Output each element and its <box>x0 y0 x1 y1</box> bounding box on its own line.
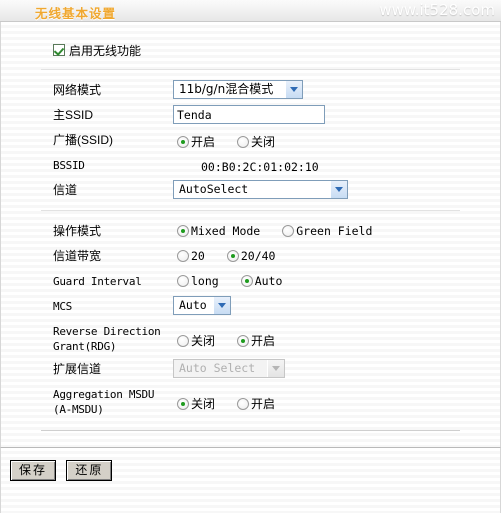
broadcast-ssid-row: 广播(SSID) 开启 关闭 <box>1 128 500 153</box>
broadcast-ssid-option-off[interactable]: 关闭 <box>237 133 275 150</box>
amsdu-on-label: 开启 <box>251 397 276 411</box>
guard-interval-label: Guard Interval <box>53 275 142 288</box>
radio-icon-off[interactable] <box>237 135 250 148</box>
bssid-label: BSSID <box>53 159 85 172</box>
restore-button[interactable]: 还原 <box>66 460 113 481</box>
radio-icon-on[interactable] <box>237 334 250 347</box>
extension-channel-row: 扩展信道 Auto Select <box>1 357 500 382</box>
operating-mode-option-mixed[interactable]: Mixed Mode <box>177 224 260 238</box>
footer-bar: 保存 还原 <box>0 447 501 513</box>
extension-channel-label: 扩展信道 <box>53 362 102 376</box>
operating-mode-row: 操作模式 Mixed Mode Green Field <box>1 219 500 244</box>
section-divider <box>41 69 460 70</box>
radio-icon-off[interactable] <box>177 250 189 262</box>
broadcast-ssid-option-on[interactable]: 开启 <box>177 133 215 150</box>
amsdu-option-on[interactable]: 开启 <box>237 395 275 412</box>
chevron-down-icon[interactable] <box>213 297 230 314</box>
operating-mode-green-label: Green Field <box>296 224 373 238</box>
rdg-option-off[interactable]: 关闭 <box>177 332 215 349</box>
page-title: 无线基本设置 <box>35 6 117 21</box>
operating-mode-option-green[interactable]: Green Field <box>282 224 372 238</box>
channel-bandwidth-row: 信道带宽 20 20/40 <box>1 244 500 269</box>
guard-interval-option-auto[interactable]: Auto <box>240 274 283 288</box>
radio-icon-on[interactable] <box>240 275 253 287</box>
broadcast-ssid-label: 广播(SSID) <box>53 133 114 147</box>
radio-icon-on[interactable] <box>226 250 239 262</box>
bottom-section-divider <box>41 430 460 431</box>
radio-icon-on[interactable] <box>177 397 189 410</box>
rdg-option-on[interactable]: 开启 <box>237 332 275 349</box>
broadcast-ssid-off-label: 关闭 <box>251 135 276 149</box>
operating-mode-mixed-label: Mixed Mode <box>191 224 261 238</box>
save-button[interactable]: 保存 <box>10 460 56 481</box>
network-mode-select[interactable]: 11b/g/n混合模式 <box>173 80 303 99</box>
channel-bandwidth-option-2040[interactable]: 20/40 <box>226 249 276 263</box>
guard-interval-row: Guard Interval long Auto <box>1 269 500 294</box>
amsdu-off-label: 关闭 <box>191 397 216 411</box>
page-header: 无线基本设置 www.it528.com <box>0 0 501 22</box>
radio-icon-off[interactable] <box>237 397 250 410</box>
extension-channel-value: Auto Select <box>179 361 256 375</box>
mcs-select[interactable]: Auto <box>173 296 231 315</box>
guard-interval-auto-label: Auto <box>254 274 283 288</box>
extension-channel-select: Auto Select <box>173 359 285 378</box>
broadcast-ssid-on-label: 开启 <box>191 135 216 149</box>
operating-mode-label: 操作模式 <box>53 224 102 238</box>
guard-interval-long-label: long <box>191 274 219 288</box>
channel-bandwidth-option-20[interactable]: 20 <box>177 249 205 263</box>
channel-select[interactable]: AutoSelect <box>173 180 348 199</box>
channel-bandwidth-label: 信道带宽 <box>53 249 102 263</box>
enable-wireless-label: 启用无线功能 <box>69 43 142 58</box>
network-mode-label: 网络模式 <box>53 83 102 97</box>
amsdu-option-off[interactable]: 关闭 <box>177 395 215 412</box>
wireless-settings-form: 启用无线功能 网络模式 11b/g/n混合模式 主SSID 广播(SSID) <box>1 22 500 431</box>
mcs-value: Auto <box>179 298 207 312</box>
channel-value: AutoSelect <box>179 182 249 196</box>
rdg-label: Reverse Direction Grant(RDG) <box>53 325 161 353</box>
channel-label: 信道 <box>53 183 78 197</box>
footer-buttons: 保存 还原 <box>1 448 500 481</box>
main-ssid-input[interactable] <box>173 105 325 124</box>
channel-row: 信道 AutoSelect <box>1 178 500 203</box>
amsdu-row: Aggregation MSDU (A-MSDU) 关闭 开启 <box>1 382 500 420</box>
radio-icon-on[interactable] <box>177 225 189 237</box>
chevron-down-icon[interactable] <box>330 181 347 198</box>
section-divider-2 <box>41 210 460 211</box>
chevron-down-icon[interactable] <box>285 81 302 98</box>
settings-panel: 启用无线功能 网络模式 11b/g/n混合模式 主SSID 广播(SSID) <box>0 22 501 447</box>
enable-wireless-row[interactable]: 启用无线功能 <box>1 38 500 62</box>
main-ssid-label: 主SSID <box>53 108 94 122</box>
guard-interval-option-long[interactable]: long <box>177 274 219 288</box>
rdg-on-label: 开启 <box>251 334 276 348</box>
network-mode-row: 网络模式 11b/g/n混合模式 <box>1 78 500 103</box>
channel-bandwidth-20-label: 20 <box>191 249 205 263</box>
site-watermark: www.it528.com <box>379 1 495 19</box>
enable-wireless-checkbox[interactable] <box>53 44 65 56</box>
channel-bandwidth-2040-label: 20/40 <box>240 249 276 263</box>
bssid-row: BSSID 00:B0:2C:01:02:10 <box>1 153 500 178</box>
rdg-off-label: 关闭 <box>191 334 216 348</box>
radio-icon-off[interactable] <box>177 334 189 347</box>
radio-icon-on[interactable] <box>177 135 189 148</box>
rdg-row: Reverse Direction Grant(RDG) 关闭 开启 <box>1 319 500 357</box>
radio-icon-off[interactable] <box>177 275 189 287</box>
radio-icon-off[interactable] <box>282 225 295 237</box>
main-ssid-row: 主SSID <box>1 103 500 128</box>
network-mode-value: 11b/g/n混合模式 <box>179 82 274 96</box>
amsdu-label: Aggregation MSDU (A-MSDU) <box>53 388 155 416</box>
mcs-row: MCS Auto <box>1 294 500 319</box>
chevron-down-icon <box>267 360 284 377</box>
mcs-label: MCS <box>53 300 72 313</box>
bssid-value: 00:B0:2C:01:02:10 <box>201 160 319 174</box>
